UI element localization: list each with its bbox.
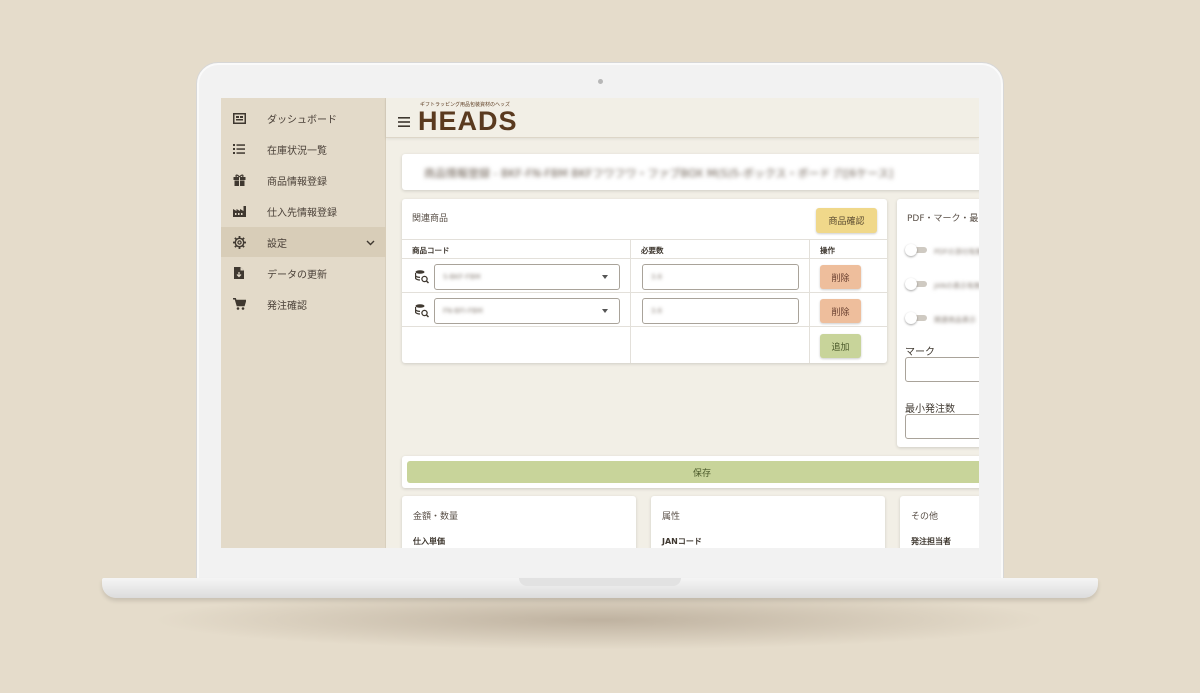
top-app-bar: ギフトラッピング用品包装資材のヘッズ HEADS bbox=[386, 98, 979, 138]
delete-button[interactable]: 削除 bbox=[820, 265, 861, 289]
price-quantity-card: 金額・数量 仕入単価 bbox=[402, 496, 636, 548]
product-code-select[interactable]: S-BKF-FBM bbox=[434, 264, 620, 290]
divider bbox=[402, 258, 887, 259]
page-title-card: 商品情報登録 - BKF-FN-FBM BKFフワフワ・ファブBOX M(S)5… bbox=[402, 154, 979, 190]
sidebar-item-label: 設定 bbox=[267, 238, 287, 250]
product-code-select[interactable]: FN-BFI-FBM bbox=[434, 298, 620, 324]
sidebar-item-supplier-register[interactable]: 仕入先情報登録 bbox=[221, 196, 386, 226]
toggle-label: 関連商品表示 bbox=[934, 316, 976, 324]
sidebar-item-label: 商品情報登録 bbox=[267, 176, 327, 188]
save-bar: 保存 bbox=[402, 456, 979, 488]
required-qty-field[interactable]: 3.6 bbox=[642, 264, 799, 290]
field-label: 発注担当者 bbox=[911, 537, 951, 546]
field-label: JANコード bbox=[662, 537, 702, 546]
required-qty-value: 3.6 bbox=[651, 307, 663, 315]
other-card: その他 発注担当者 bbox=[900, 496, 979, 548]
file-update-icon bbox=[232, 266, 246, 280]
divider bbox=[402, 292, 887, 293]
sidebar-item-label: データの更新 bbox=[267, 269, 327, 281]
divider bbox=[809, 239, 810, 363]
gift-icon bbox=[232, 173, 246, 187]
required-qty-field[interactable]: 3.6 bbox=[642, 298, 799, 324]
attributes-card: 属性 JANコード bbox=[651, 496, 885, 548]
pdf-mark-heading: PDF・マーク・最 bbox=[907, 214, 979, 224]
toggle-label: JANの表示有無 bbox=[934, 282, 979, 290]
related-products-card: 関連商品 商品確認 商品コード 必要数 操作 S-BKF-FBM 3.6 削除 … bbox=[402, 199, 887, 363]
dropdown-caret-icon bbox=[602, 275, 608, 279]
product-code-value: FN-BFI-FBM bbox=[443, 307, 483, 315]
card-title: その他 bbox=[911, 512, 939, 522]
factory-icon bbox=[232, 204, 246, 218]
laptop-shadow bbox=[150, 590, 1050, 650]
page-title: 商品情報登録 - BKF-FN-FBM BKFフワフワ・ファブBOX M(S)5… bbox=[424, 167, 894, 180]
sidebar-item-label: ダッシュボード bbox=[267, 114, 337, 126]
webcam bbox=[598, 79, 603, 84]
min-order-input[interactable] bbox=[905, 414, 979, 439]
sidebar-item-dashboard[interactable]: ダッシュボード bbox=[221, 103, 386, 133]
sidebar-item-label: 仕入先情報登録 bbox=[267, 207, 337, 219]
dashboard-icon bbox=[232, 111, 246, 125]
card-title: 属性 bbox=[662, 512, 681, 522]
laptop-notch bbox=[519, 578, 681, 586]
sidebar-item-data-update[interactable]: データの更新 bbox=[221, 258, 386, 288]
delete-button[interactable]: 削除 bbox=[820, 299, 861, 323]
card-title: 金額・数量 bbox=[413, 512, 459, 522]
divider bbox=[402, 239, 887, 240]
toggle-switch[interactable] bbox=[905, 312, 927, 324]
pdf-mark-settings-card: PDF・マーク・最 PDFの添付有無 JANの表示有無 関連商品表示 マーク 最… bbox=[897, 199, 979, 447]
column-header-product-code: 商品コード bbox=[412, 246, 450, 255]
column-header-required-qty: 必要数 bbox=[641, 246, 664, 255]
toggle-switch[interactable] bbox=[905, 278, 927, 290]
toggle-switch[interactable] bbox=[905, 244, 927, 256]
sidebar-item-settings[interactable]: 設定 bbox=[221, 227, 386, 257]
chevron-down-icon bbox=[366, 238, 375, 246]
sidebar-item-inventory[interactable]: 在庫状況一覧 bbox=[221, 134, 386, 164]
related-products-heading: 関連商品 bbox=[412, 214, 449, 224]
toggle-label: PDFの添付有無 bbox=[934, 248, 979, 256]
sidebar-item-order-confirm[interactable]: 発注確認 bbox=[221, 289, 386, 319]
sidebar: ダッシュボード 在庫状況一覧 商品情報登録 仕入先情報登録 設定 データの更新 … bbox=[221, 98, 386, 548]
database-search-icon[interactable] bbox=[414, 269, 430, 284]
database-search-icon[interactable] bbox=[414, 303, 430, 318]
save-button[interactable]: 保存 bbox=[407, 461, 979, 483]
app-screen: ダッシュボード 在庫状況一覧 商品情報登録 仕入先情報登録 設定 データの更新 … bbox=[221, 98, 979, 548]
divider bbox=[402, 326, 887, 327]
field-label: 仕入単価 bbox=[413, 537, 445, 546]
divider bbox=[630, 239, 631, 363]
hamburger-icon[interactable] bbox=[398, 112, 410, 127]
column-header-actions: 操作 bbox=[820, 246, 835, 255]
heads-logo[interactable]: HEADS bbox=[418, 107, 518, 135]
sidebar-item-label: 在庫状況一覧 bbox=[267, 145, 327, 157]
dropdown-caret-icon bbox=[602, 309, 608, 313]
min-order-label: 最小発注数 bbox=[905, 404, 955, 415]
list-icon bbox=[232, 142, 246, 156]
required-qty-value: 3.6 bbox=[651, 273, 663, 281]
product-confirm-button[interactable]: 商品確認 bbox=[816, 208, 877, 233]
add-button[interactable]: 追加 bbox=[820, 334, 861, 358]
mark-label: マーク bbox=[905, 347, 935, 358]
gear-icon bbox=[232, 235, 246, 249]
sidebar-item-product-register[interactable]: 商品情報登録 bbox=[221, 165, 386, 195]
sidebar-item-label: 発注確認 bbox=[267, 300, 307, 312]
mark-input[interactable] bbox=[905, 357, 979, 382]
product-code-value: S-BKF-FBM bbox=[443, 273, 481, 281]
cart-icon bbox=[232, 297, 246, 311]
